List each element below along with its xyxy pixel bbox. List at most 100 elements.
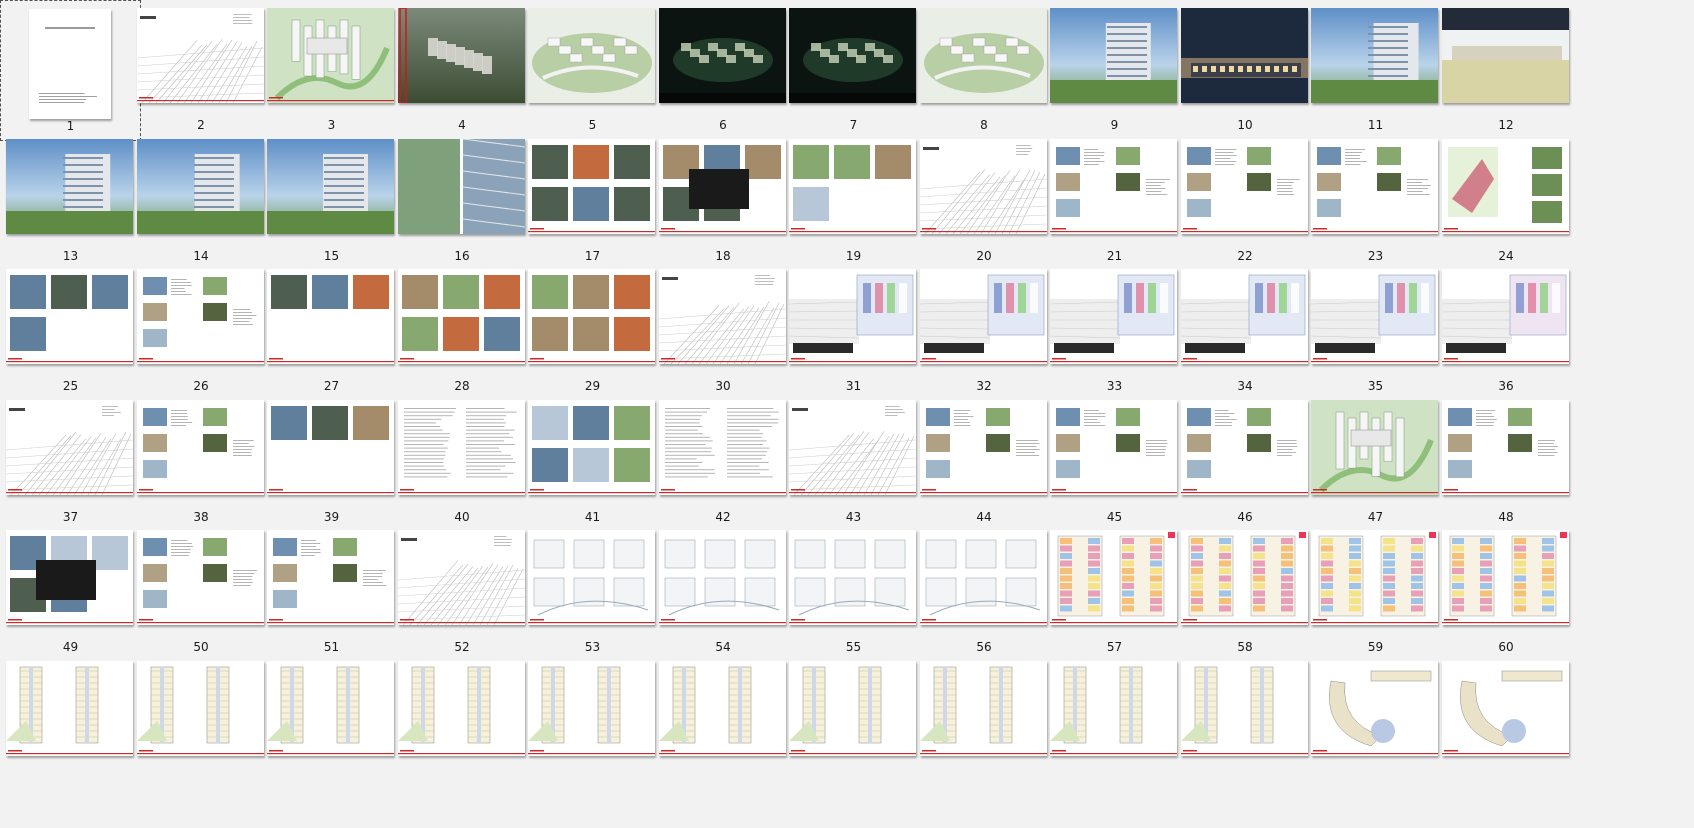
slide-preview[interactable] (397, 8, 525, 103)
slide-thumbnail[interactable]: 12 (1436, 0, 1577, 141)
slide-thumbnail[interactable]: 6 (653, 0, 794, 141)
slide-preview[interactable] (1311, 8, 1438, 103)
slide-thumbnail[interactable]: 50 (131, 522, 272, 663)
slide-thumbnail[interactable]: 25 (0, 261, 141, 402)
slide-preview[interactable] (136, 660, 264, 756)
slide-preview[interactable] (658, 8, 786, 103)
slide-thumbnail[interactable]: 2 (131, 0, 272, 141)
slide-thumbnail[interactable]: 7 (783, 0, 924, 141)
slide-thumbnail[interactable]: 53 (522, 522, 663, 663)
slide-thumbnail[interactable] (392, 653, 533, 794)
slide-preview[interactable] (6, 269, 133, 364)
slide-preview[interactable] (267, 138, 394, 234)
slide-thumbnail[interactable]: 5 (522, 0, 663, 141)
slide-preview[interactable] (1311, 530, 1438, 625)
slide-preview[interactable] (1441, 8, 1569, 103)
slide-thumbnail[interactable]: 54 (653, 522, 794, 663)
slide-preview[interactable] (658, 660, 786, 756)
slide-thumbnail[interactable]: 43 (783, 392, 924, 533)
slide-thumbnail[interactable]: 17 (522, 131, 663, 272)
slide-thumbnail[interactable]: 59 (1305, 522, 1446, 663)
slide-thumbnail[interactable]: 11 (1305, 0, 1446, 141)
slide-thumbnail[interactable]: 35 (1305, 261, 1446, 402)
slide-preview[interactable] (528, 8, 655, 103)
slide-thumbnail[interactable]: 57 (1044, 522, 1185, 663)
slide-preview[interactable] (1180, 8, 1308, 103)
slide-thumbnail[interactable]: 51 (261, 522, 402, 663)
slide-preview[interactable] (1311, 138, 1438, 234)
slide-thumbnail[interactable]: 4 (392, 0, 533, 141)
slide-sorter-view[interactable]: 1 2 3 4 5 6 7 8 9 10 11 12 13 14 15 16 17 18 19 20 21 22 23 24 2… (0, 0, 1694, 828)
slide-preview[interactable] (528, 399, 655, 495)
slide-preview[interactable] (267, 530, 394, 625)
slide-thumbnail[interactable] (914, 653, 1055, 794)
slide-preview[interactable] (528, 138, 655, 234)
slide-preview[interactable] (789, 138, 916, 234)
slide-thumbnail[interactable] (0, 653, 141, 794)
slide-preview[interactable] (6, 138, 133, 234)
slide-preview[interactable] (789, 530, 916, 625)
slide-thumbnail[interactable]: 18 (653, 131, 794, 272)
slide-preview[interactable] (789, 269, 916, 364)
slide-preview[interactable] (658, 138, 786, 234)
slide-preview[interactable] (919, 399, 1047, 495)
slide-preview[interactable] (919, 138, 1047, 234)
slide-thumbnail[interactable]: 55 (783, 522, 924, 663)
slide-thumbnail[interactable] (1044, 653, 1185, 794)
slide-preview[interactable] (1050, 530, 1177, 625)
slide-preview[interactable] (1180, 138, 1308, 234)
slide-preview[interactable] (789, 8, 916, 103)
slide-preview[interactable] (1050, 8, 1177, 103)
slide-thumbnail[interactable]: 24 (1436, 131, 1577, 272)
slide-preview[interactable] (397, 138, 525, 234)
slide-thumbnail[interactable]: 13 (0, 131, 141, 272)
slide-preview[interactable] (267, 8, 394, 103)
slide-thumbnail[interactable]: 15 (261, 131, 402, 272)
slide-preview[interactable] (6, 660, 133, 756)
slide-thumbnail[interactable] (1305, 653, 1446, 794)
slide-thumbnail[interactable]: 36 (1436, 261, 1577, 402)
slide-preview[interactable] (1050, 138, 1177, 234)
slide-thumbnail[interactable]: 45 (1044, 392, 1185, 533)
slide-preview[interactable] (658, 530, 786, 625)
slide-thumbnail[interactable]: 41 (522, 392, 663, 533)
slide-thumbnail[interactable]: 38 (131, 392, 272, 533)
slide-thumbnail[interactable]: 10 (1175, 0, 1316, 141)
slide-thumbnail[interactable]: 39 (261, 392, 402, 533)
slide-thumbnail[interactable]: 47 (1305, 392, 1446, 533)
slide-thumbnail[interactable]: 49 (0, 522, 141, 663)
slide-thumbnail[interactable]: 40 (392, 392, 533, 533)
slide-thumbnail[interactable]: 1 (0, 0, 141, 141)
slide-preview[interactable] (267, 399, 394, 495)
slide-thumbnail[interactable]: 27 (261, 261, 402, 402)
slide-preview[interactable] (919, 660, 1047, 756)
slide-thumbnail[interactable] (1436, 653, 1577, 794)
slide-thumbnail[interactable]: 30 (653, 261, 794, 402)
slide-preview[interactable] (528, 269, 655, 364)
slide-preview[interactable] (136, 8, 264, 103)
slide-preview[interactable] (528, 530, 655, 625)
slide-thumbnail[interactable] (653, 653, 794, 794)
slide-preview[interactable] (6, 399, 133, 495)
slide-preview[interactable] (658, 269, 786, 364)
slide-preview[interactable] (789, 399, 916, 495)
slide-thumbnail[interactable]: 9 (1044, 0, 1185, 141)
slide-thumbnail[interactable] (783, 653, 924, 794)
slide-preview[interactable] (1441, 138, 1569, 234)
slide-thumbnail[interactable]: 58 (1175, 522, 1316, 663)
slide-preview[interactable] (136, 269, 264, 364)
slide-thumbnail[interactable]: 23 (1305, 131, 1446, 272)
slide-preview[interactable] (1180, 269, 1308, 364)
slide-thumbnail[interactable]: 22 (1175, 131, 1316, 272)
slide-preview[interactable] (1050, 660, 1177, 756)
slide-preview[interactable] (658, 399, 786, 495)
slide-preview[interactable] (1441, 269, 1569, 364)
slide-thumbnail[interactable]: 42 (653, 392, 794, 533)
slide-thumbnail[interactable] (131, 653, 272, 794)
slide-preview[interactable] (397, 269, 525, 364)
slide-thumbnail[interactable]: 16 (392, 131, 533, 272)
slide-preview[interactable] (1050, 269, 1177, 364)
slide-thumbnail[interactable] (261, 653, 402, 794)
slide-preview[interactable] (397, 399, 525, 495)
slide-preview[interactable] (1311, 660, 1438, 756)
